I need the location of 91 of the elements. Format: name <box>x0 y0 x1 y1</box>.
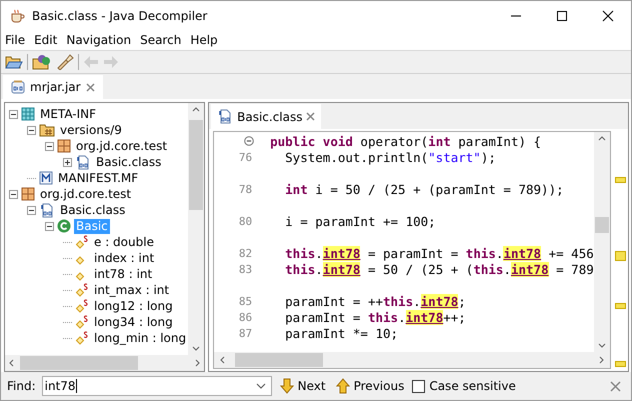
line-number: 82 <box>238 246 252 260</box>
scroll-thumb[interactable] <box>594 217 609 233</box>
dropdown-caret-icon[interactable] <box>256 383 266 389</box>
match-marker[interactable] <box>614 361 626 367</box>
expander-icon[interactable] <box>45 222 54 230</box>
close-icon[interactable] <box>602 10 614 22</box>
line-number: 85 <box>238 294 252 308</box>
line-number: 86 <box>238 310 252 324</box>
line-number: 83 <box>238 262 252 276</box>
editor-tab[interactable]: Basic.class <box>211 104 322 129</box>
expander-icon[interactable] <box>9 110 18 118</box>
horizontal-scrollbar[interactable] <box>5 355 204 371</box>
open-folder-icon[interactable] <box>5 54 23 70</box>
scroll-up-icon[interactable] <box>192 107 200 112</box>
line-number: 87 <box>238 326 252 340</box>
menu-item[interactable]: File <box>5 33 26 47</box>
menu-item[interactable]: Navigation <box>66 33 132 47</box>
scroll-left-icon[interactable] <box>9 359 14 367</box>
code-line: System.out.println("start"); <box>284 150 496 164</box>
match-marker[interactable] <box>614 251 626 261</box>
code-line: this.int78 = 50 / (25 + (this.int78 = 789 <box>284 262 594 276</box>
code-line: public void operator(int paramInt) { <box>270 134 542 148</box>
scroll-left-icon[interactable] <box>220 356 226 364</box>
tree-item[interactable]: long12 : long <box>92 298 175 314</box>
horizontal-scrollbar[interactable] <box>214 352 610 368</box>
find-label: Find: <box>7 379 36 393</box>
menu-item[interactable]: Edit <box>34 33 58 47</box>
line-number: 80 <box>238 214 252 228</box>
tree-item[interactable]: Basic.class <box>94 154 164 170</box>
class-file-icon <box>217 109 234 124</box>
menu-item[interactable]: Help <box>190 33 218 47</box>
folder-globe-icon[interactable] <box>32 54 52 70</box>
scroll-down-icon[interactable] <box>598 343 606 348</box>
tree-item[interactable]: org.jd.core.test <box>74 138 170 154</box>
tree-item[interactable]: int_max : int <box>92 282 172 298</box>
jar-icon <box>11 80 25 94</box>
folder-icon <box>39 123 55 137</box>
scroll-right-icon[interactable] <box>195 359 200 367</box>
tree-item[interactable]: Basic.class <box>58 202 128 218</box>
class-icon <box>57 219 71 233</box>
maximize-icon[interactable] <box>556 10 568 22</box>
down-arrow-icon <box>280 378 294 394</box>
tree-item[interactable]: e : double <box>92 234 156 250</box>
code-line: paramInt *= 10; <box>284 326 398 340</box>
line-number: 76 <box>238 150 252 164</box>
tree-item[interactable]: org.jd.core.test <box>38 186 134 202</box>
previous-button[interactable]: Previous <box>334 378 406 394</box>
code-line: paramInt = this.int78++; <box>284 310 466 324</box>
expander-icon[interactable] <box>27 126 36 134</box>
fold-icon[interactable] <box>244 136 254 146</box>
tree-item[interactable]: versions/9 <box>58 122 124 138</box>
window-title: Basic.class - Java Decompiler <box>32 8 208 22</box>
scroll-right-icon[interactable] <box>598 356 604 364</box>
tree-item[interactable]: index : int <box>92 250 156 266</box>
tree-item[interactable]: long34 : long <box>92 314 175 330</box>
expander-icon[interactable] <box>27 206 36 214</box>
vertical-scrollbar[interactable] <box>594 132 610 352</box>
tree-item[interactable]: META-INF <box>38 106 98 122</box>
up-arrow-icon <box>336 378 350 394</box>
expander-icon[interactable] <box>9 190 18 198</box>
package-icon <box>57 139 71 153</box>
scroll-down-icon[interactable] <box>192 346 200 351</box>
code-line: i = paramInt += 100; <box>284 214 436 228</box>
scroll-thumb[interactable] <box>235 353 324 367</box>
coffee-cup-icon <box>9 8 25 24</box>
file-tab[interactable]: mrjar.jar <box>3 75 103 99</box>
next-button[interactable]: Next <box>278 378 328 394</box>
package-icon <box>21 187 35 201</box>
vertical-scrollbar[interactable] <box>188 103 204 355</box>
match-marker[interactable] <box>614 303 626 309</box>
tree-item[interactable]: int78 : int <box>92 266 154 282</box>
tree-item[interactable]: long_min : long <box>92 330 188 346</box>
class-file-icon <box>75 154 91 170</box>
class-file-icon <box>39 202 55 218</box>
grid-icon <box>21 107 35 121</box>
code-line: int i = 50 / (25 + (paramInt = 789)); <box>284 182 564 196</box>
scroll-up-icon[interactable] <box>598 136 606 141</box>
scroll-thumb[interactable] <box>189 120 204 210</box>
match-marker[interactable] <box>614 177 626 183</box>
scroll-thumb[interactable] <box>20 356 138 370</box>
tree-item[interactable]: MANIFEST.MF <box>56 170 140 186</box>
manifest-icon <box>39 171 53 185</box>
checkbox-label: Case sensitive <box>429 379 516 393</box>
menu-item[interactable]: Search <box>140 33 182 47</box>
code-line: paramInt = ++this.int78; <box>284 294 466 308</box>
expander-icon[interactable] <box>63 158 72 166</box>
expander-icon[interactable] <box>45 142 54 150</box>
line-number: 78 <box>238 182 252 196</box>
find-field[interactable]: int78 <box>42 376 272 396</box>
code-line: this.int78 = paramInt = this.int78 += 456 <box>284 246 594 260</box>
case-sensitive-checkbox[interactable] <box>412 380 426 392</box>
